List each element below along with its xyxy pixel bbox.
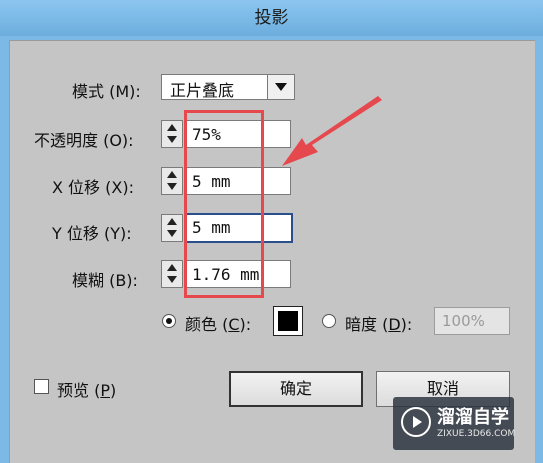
watermark-logo: 溜溜自学 ZIXUE.3D66.COM [393, 397, 516, 450]
annotation-arrow-icon [282, 96, 382, 166]
watermark-site: ZIXUE.3D66.COM [437, 429, 516, 439]
play-icon [401, 407, 431, 437]
watermark-name: 溜溜自学 [437, 407, 509, 428]
